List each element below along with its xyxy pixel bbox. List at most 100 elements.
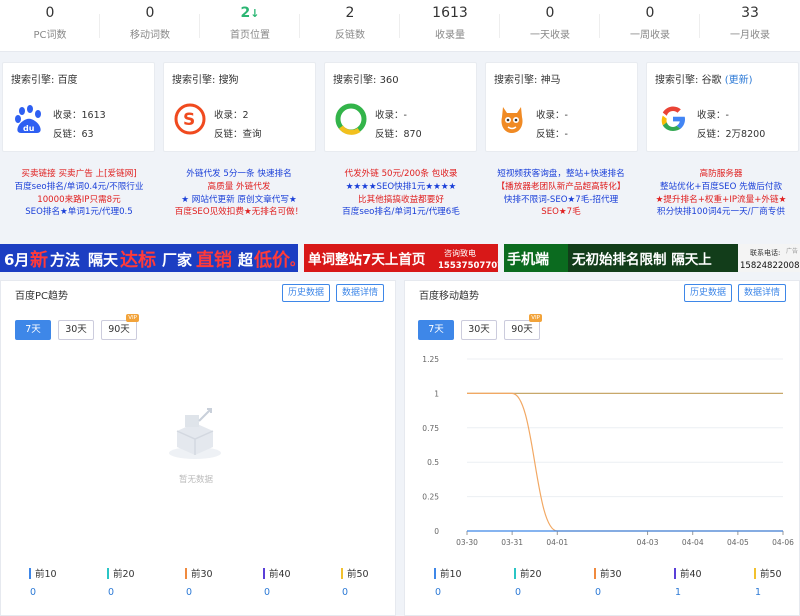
engine-index-label: 收录： [697, 110, 726, 121]
banner3-main-text: 手机端 [507, 251, 549, 268]
text-ad-link[interactable]: ★提升排名+权重+IP流量+外链★ [642, 194, 800, 207]
banner-ad-2[interactable]: 单词整站7天上首页 咨询致电 15537507707 [304, 244, 498, 272]
banner-ad-1-graphic: 6月 新 方法 隔天 达标 厂家 直销 超 低价 。 [4, 249, 298, 271]
legend-item[interactable]: 前20 [107, 566, 135, 580]
text-ad-link[interactable]: SEO排名★单词1元/代理0.5 [0, 206, 158, 219]
pc-range-7d[interactable]: 7天 [15, 320, 51, 340]
legend-item[interactable]: 前30 [594, 566, 622, 580]
stat-2: 2↓ 首页位置 [200, 0, 300, 52]
legend-label: 前30 [600, 569, 622, 580]
mobile-range-30d[interactable]: 30天 [461, 320, 497, 340]
engine-name: 百度 [57, 75, 78, 86]
text-ad-link[interactable]: ★★★★SEO快排1元★★★★ [322, 181, 480, 194]
svg-text:du: du [23, 124, 35, 133]
text-ad-link[interactable]: 快排不限词-SEO★7毛-招代理 [482, 194, 640, 207]
baidu-paw-icon: du [13, 103, 45, 135]
legend-value: 0 [434, 587, 442, 598]
text-ad-link[interactable]: SEO★7毛 [482, 206, 640, 219]
mobile-range-7d-label: 7天 [428, 324, 444, 335]
text-ad-link[interactable]: 短视频获客询盘，整站+快速排名 [482, 168, 640, 181]
mobile-range-90d-label: 90天 [511, 324, 533, 335]
pc-history-button[interactable]: 历史数据 [282, 284, 330, 302]
banner1-text-d: 隔天 [88, 251, 119, 269]
banner3-tel-label: 联系电话: [750, 248, 780, 257]
text-ad-link[interactable]: 外链代发 5分一条 快速排名 [160, 168, 318, 181]
banner2-main-text: 单词整站7天上首页 [308, 251, 425, 268]
text-ad-link[interactable]: 百度seo排名/单词1元/代理6毛 [322, 206, 480, 219]
legend-label: 前40 [680, 569, 702, 580]
x-tick-label: 04-05 [727, 538, 749, 547]
svg-text:S: S [183, 110, 195, 130]
engine-links-row: 反链：63 [53, 126, 94, 140]
stat-value-number: 0 [145, 5, 155, 21]
text-ad-group-0: 买卖链接 买卖广告 上[爱链网] 百度seo排名/单词0.4元/不限行业 10000… [0, 168, 158, 228]
stat-value-number: 33 [741, 5, 759, 21]
stat-label: 一周收录 [630, 30, 670, 41]
engine-update-link[interactable]: (更新) [725, 75, 753, 86]
mobile-trend-title: 百度移动趋势 [419, 291, 479, 302]
y-tick-label: 1 [434, 389, 439, 398]
pc-range-90d-label: 90天 [108, 324, 130, 335]
text-ad-link[interactable]: 高防服务器 [642, 168, 800, 181]
mobile-detail-button[interactable]: 数据详情 [738, 284, 786, 302]
legend-color-marker [263, 568, 265, 579]
pc-range-30d[interactable]: 30天 [58, 320, 94, 340]
stat-value: 33 [700, 5, 800, 21]
text-ad-link[interactable]: 整站优化+百度SEO 先做后付款 [642, 181, 800, 194]
legend-item[interactable]: 前10 [29, 566, 57, 580]
mobile-range-90d[interactable]: 90天 VIP [504, 314, 542, 340]
legend-value: 0 [107, 587, 115, 598]
legend-item[interactable]: 前30 [185, 566, 213, 580]
banner1-text-g: 直销 [196, 249, 232, 271]
legend-item[interactable]: 前20 [514, 566, 542, 580]
text-ad-link[interactable]: ★ 网站代更新 原创文章代写★ [160, 194, 318, 207]
banner2-consult-text: 咨询致电 [444, 248, 476, 258]
engine-links-row: 反链：870 [375, 126, 422, 140]
banner-ad-3[interactable]: 手机端 无初始排名限制 隔天上 联系电话: 15824822008 广告 [504, 244, 800, 272]
stat-7: 33 一月收录 [700, 0, 800, 52]
legend-item[interactable]: 前10 [434, 566, 462, 580]
legend-item[interactable]: 前50 [341, 566, 369, 580]
banner3-main2-text: 无初始排名限制 隔天上 [571, 251, 712, 268]
pc-detail-button[interactable]: 数据详情 [336, 284, 384, 302]
mobile-range-7d[interactable]: 7天 [418, 320, 454, 340]
legend-color-marker [514, 568, 516, 579]
engine-links-label: 反链： [375, 129, 404, 140]
pc-range-90d[interactable]: 90天 VIP [101, 314, 139, 340]
stat-3: 2 反链数 [300, 0, 400, 52]
text-ad-link[interactable]: 10000来路IP只需8元 [0, 194, 158, 207]
text-ad-link[interactable]: 百度SEO见效扣费★无排名可做！ [160, 206, 318, 219]
text-ad-link[interactable]: 积分快排100词4元一天/厂商专供 [642, 206, 800, 219]
legend-item[interactable]: 前40 [674, 566, 702, 580]
engine-index-value: - [403, 110, 407, 121]
pc-trend-title: 百度PC趋势 [15, 291, 69, 302]
legend-color-marker [107, 568, 109, 579]
text-ad-link[interactable]: 【播放器老团队新产品超高转化】 [482, 181, 640, 194]
legend-value: 0 [514, 587, 522, 598]
engine-links-label: 反链： [53, 129, 82, 140]
banner1-text-c: 方法 [50, 251, 80, 269]
banner1-text-e: 达标 [120, 249, 156, 271]
x-tick-label: 04-03 [637, 538, 659, 547]
engine-index-row: 收录：- [536, 107, 568, 121]
mobile-history-button[interactable]: 历史数据 [684, 284, 732, 302]
legend-value: 0 [594, 587, 602, 598]
text-ad-link[interactable]: 百度seo排名/单词0.4元/不限行业 [0, 181, 158, 194]
legend-color-marker [674, 568, 676, 579]
engine-links-value[interactable]: 查询 [243, 129, 262, 140]
mobile-range-30d-label: 30天 [468, 324, 490, 335]
engine-links-row: 反链：查询 [214, 126, 262, 140]
legend-label: 前50 [760, 569, 782, 580]
banner-ad-1[interactable]: 6月 新 方法 隔天 达标 厂家 直销 超 低价 。 [0, 244, 298, 272]
engine-title-prefix: 搜索引擎: [172, 75, 216, 86]
engine-index-label: 收录： [53, 110, 82, 121]
text-ad-link[interactable]: 代发外链 50元/200条 包收录 [322, 168, 480, 181]
engine-card-2: 搜索引擎: 360 收录：- 反链：870 [324, 62, 477, 152]
legend-item[interactable]: 前40 [263, 566, 291, 580]
legend-value: 0 [29, 587, 37, 598]
legend-item[interactable]: 前50 [754, 566, 782, 580]
engine-card-0: 搜索引擎: 百度 du 收录：1613 反链：63 [2, 62, 155, 152]
text-ad-link[interactable]: 比其他搞搞收益都要好 [322, 194, 480, 207]
text-ad-link[interactable]: 买卖链接 买卖广告 上[爱链网] [0, 168, 158, 181]
text-ad-link[interactable]: 高质量 外链代发 [160, 181, 318, 194]
